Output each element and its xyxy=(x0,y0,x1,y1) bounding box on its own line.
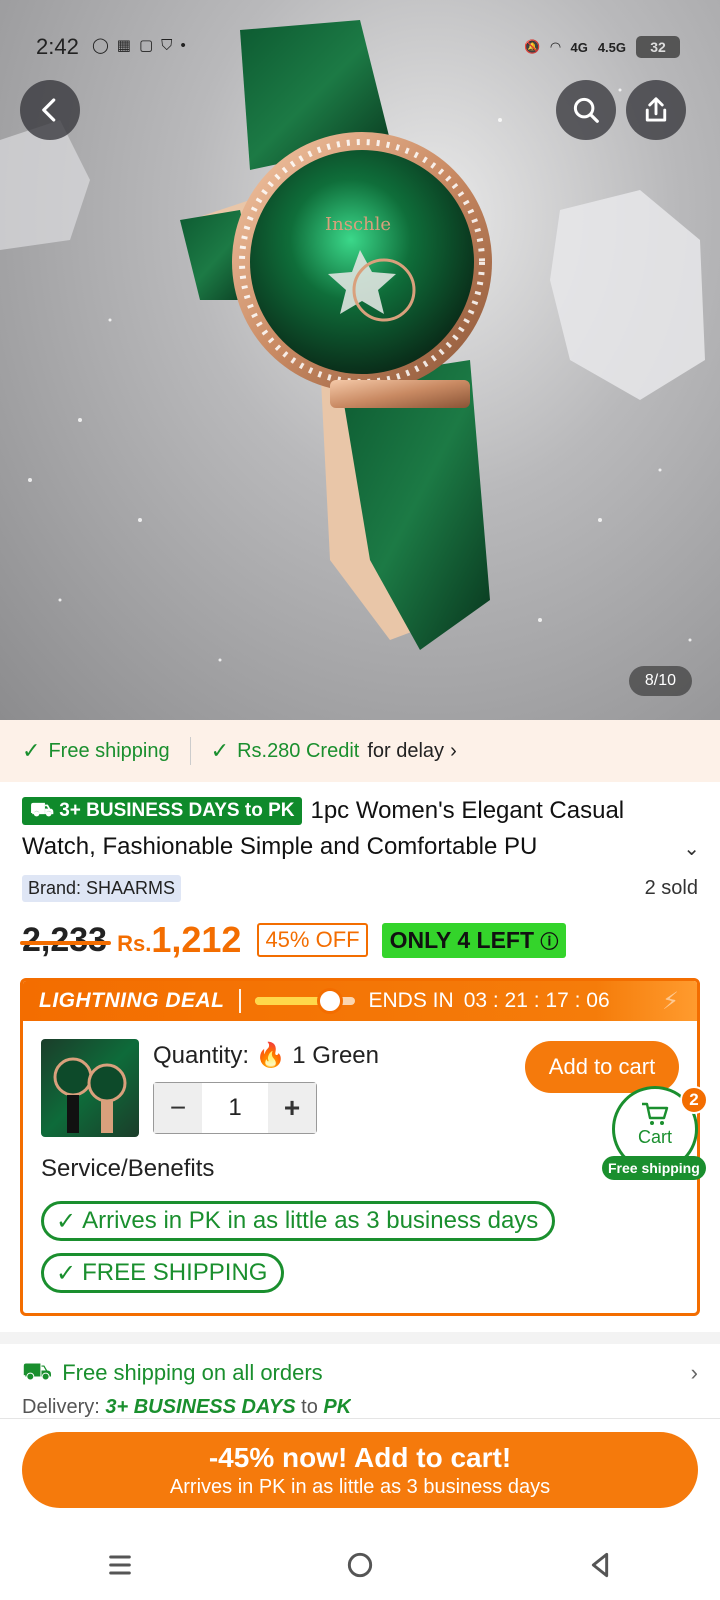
product-image-gallery[interactable]: Inschle 2:42 ◯ ▦ ▢ ⛉ • 🔕 ◠ 4G 4.5G 32 8/… xyxy=(0,0,720,720)
check-icon: ✓ xyxy=(210,738,230,763)
free-shipping-row[interactable]: ⛟ Free shipping on all orders › xyxy=(22,1358,698,1388)
expand-title-chevron-icon[interactable]: ⌄ xyxy=(683,836,700,861)
section-divider xyxy=(0,1332,720,1344)
currency-label: Rs. xyxy=(117,931,152,956)
cta-sub-label: Arrives in PK in as little as 3 business… xyxy=(169,1475,551,1498)
watch-thumbnail-icon xyxy=(53,1057,127,1133)
check-icon: ✓ xyxy=(22,738,41,763)
check-icon: ✓ xyxy=(56,1259,77,1287)
chevron-right-icon: › xyxy=(690,1360,698,1385)
share-button[interactable] xyxy=(626,80,686,140)
search-button[interactable] xyxy=(556,80,616,140)
notification-icons: ◯ ▦ ▢ ⛉ • xyxy=(92,36,186,55)
decrement-button[interactable]: − xyxy=(154,1083,202,1133)
image-counter: 8/10 xyxy=(628,666,692,696)
divider xyxy=(0,1418,720,1419)
ends-in-label: ENDS IN xyxy=(368,989,454,1012)
sale-price: 1,212 xyxy=(151,919,242,960)
chevron-right-icon: › xyxy=(450,739,457,762)
product-title-block[interactable]: ⛟ 3+ BUSINESS DAYS to PK 1pc Women's Ele… xyxy=(22,793,698,865)
increment-button[interactable]: + xyxy=(268,1083,316,1133)
check-icon: ✓ xyxy=(56,1207,77,1235)
sold-count: 2 sold xyxy=(644,877,698,899)
add-to-cart-cta-button[interactable]: -45% now! Add to cart! Arrives in PK in … xyxy=(22,1432,698,1508)
brand-tag[interactable]: Brand: SHAARMS xyxy=(22,875,182,902)
divider xyxy=(189,737,191,765)
chevron-left-icon xyxy=(42,98,56,122)
clock-icon xyxy=(316,988,343,1014)
delivery-truck-icon: ⛟ xyxy=(30,800,60,821)
delivery-row: Delivery: 3+ BUSINESS DAYS to PK xyxy=(22,1396,352,1418)
dot-icon: • xyxy=(180,36,186,54)
delivery-days: 3+ BUSINESS DAYS xyxy=(105,1396,296,1418)
cart-free-shipping-badge: Free shipping xyxy=(602,1156,706,1180)
deal-header: LIGHTNING DEAL ENDS IN 03 : 21 : 17 : 06… xyxy=(23,981,697,1021)
watch-logo: Inschle xyxy=(325,214,391,235)
mute-icon: 🔕 xyxy=(524,39,541,54)
help-icon: ⓘ xyxy=(540,931,559,952)
services-label: Service/Benefits xyxy=(41,1155,215,1182)
whatsapp-icon: ◯ xyxy=(92,37,109,54)
lightning-deal-card: LIGHTNING DEAL ENDS IN 03 : 21 : 17 : 06… xyxy=(20,978,700,1316)
recent-apps-icon[interactable] xyxy=(104,1549,136,1581)
free-shipping-label: Free shipping xyxy=(48,739,170,762)
screenshot-icon: ▢ xyxy=(138,37,154,54)
quantity-stepper: − 1 + xyxy=(153,1082,317,1134)
cart-label: Cart xyxy=(637,1127,672,1147)
system-icons: 🔕 ◠ 4G 4.5G 32 xyxy=(524,36,680,58)
stock-badge[interactable]: ONLY 4 LEFT ⓘ xyxy=(381,922,567,958)
original-price: 2,233 xyxy=(19,920,112,959)
share-icon xyxy=(645,97,667,122)
cart-icon xyxy=(642,1102,669,1125)
deal-title: LIGHTNING DEAL xyxy=(39,989,225,1012)
wifi-icon: ◠ xyxy=(550,39,561,54)
cart-count-badge: 2 xyxy=(680,1086,708,1114)
home-icon[interactable] xyxy=(344,1549,376,1581)
shipping-benefits-strip[interactable]: ✓ Free shipping ✓ Rs.280 Credit for dela… xyxy=(0,720,720,782)
system-nav-bar xyxy=(0,1530,720,1600)
battery-icon: 32 xyxy=(636,36,680,58)
business-days-badge: ⛟ 3+ BUSINESS DAYS to PK xyxy=(22,797,303,825)
benefit-pill-arrival: ✓ Arrives in PK in as little as 3 busine… xyxy=(41,1201,556,1241)
temu-icon: ▦ xyxy=(116,37,131,54)
lightning-icon: ⚡ xyxy=(662,987,679,1015)
deal-progress-bar xyxy=(254,988,355,1014)
signal-4g-label: 4G xyxy=(570,39,588,55)
delivery-country: PK xyxy=(323,1396,352,1418)
shield-icon: ⛉ xyxy=(161,36,173,54)
price-row: 2,233 Rs. 1,212 45% OFF ONLY 4 LEFT ⓘ xyxy=(19,918,567,962)
quantity-option: 1 Green xyxy=(292,1042,379,1069)
variant-thumbnail[interactable] xyxy=(41,1039,139,1137)
quantity-value[interactable]: 1 xyxy=(202,1083,268,1133)
status-time: 2:42 xyxy=(36,34,79,59)
status-bar: 2:42 ◯ ▦ ▢ ⛉ • 🔕 ◠ 4G 4.5G 32 xyxy=(0,28,720,68)
deal-countdown: 03 : 21 : 17 : 06 xyxy=(463,989,610,1012)
credit-label: Rs.280 Credit xyxy=(237,739,360,762)
quantity-label: Quantity: 🔥 1 Green xyxy=(153,1042,379,1069)
signal-45g-label: 4.5G xyxy=(597,39,626,55)
credit-suffix: for delay xyxy=(367,739,445,762)
back-nav-icon[interactable] xyxy=(584,1549,616,1581)
flame-icon: 🔥 xyxy=(255,1042,286,1069)
discount-badge: 45% OFF xyxy=(257,923,368,957)
benefit-pill-free-shipping: ✓ FREE SHIPPING xyxy=(41,1253,285,1293)
divider xyxy=(238,989,241,1013)
search-icon xyxy=(573,97,599,123)
cta-main-label: -45% now! Add to cart! xyxy=(208,1441,512,1473)
delivery-truck-icon: ⛟ xyxy=(22,1358,53,1385)
back-button[interactable] xyxy=(20,80,80,140)
free-shipping-all-label: Free shipping on all orders xyxy=(62,1360,323,1385)
